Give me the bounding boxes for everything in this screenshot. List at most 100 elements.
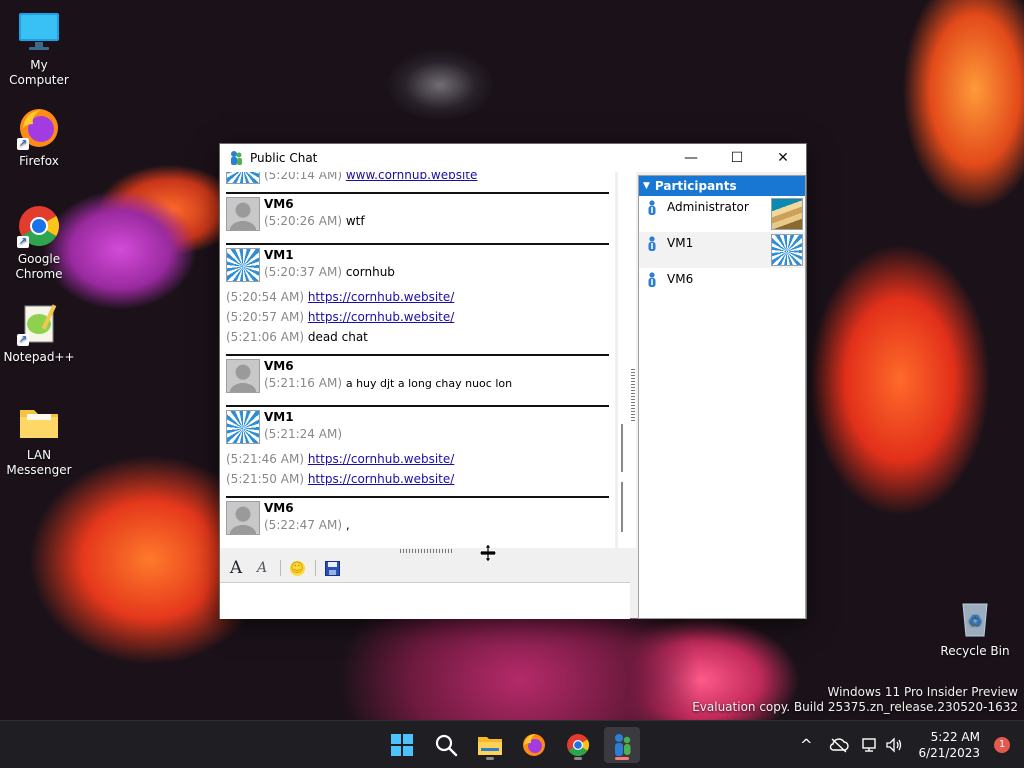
running-indicator (615, 757, 629, 760)
chat-link[interactable]: www.cornhub.website (346, 172, 478, 182)
desktop-icon-label: Recycle Bin (940, 644, 1010, 658)
font-color-button[interactable]: A (250, 557, 274, 579)
collapse-triangle-icon[interactable]: ▼ (643, 181, 650, 191)
font-icon: A (229, 558, 243, 578)
splitter-grip-horizontal[interactable] (400, 549, 452, 553)
minimize-button[interactable]: — (668, 144, 714, 172)
title-bar[interactable]: Public Chat — ☐ ✕ (220, 144, 806, 172)
taskbar-lan-messenger[interactable] (604, 727, 640, 763)
participant-item[interactable]: VM1 (639, 232, 805, 268)
taskbar: ^ 5:22 AM 6/21/2023 1 (0, 720, 1024, 768)
user-status-icon (648, 200, 656, 215)
public-chat-window[interactable]: Public Chat — ☐ ✕ (5:20:14 AM) www.cornh… (219, 143, 807, 619)
timestamp: (5:21:24 AM) (264, 427, 342, 441)
scrollbar-track-line (621, 482, 623, 532)
firefox-icon (523, 734, 545, 756)
timestamp: (5:21:06 AM) (226, 330, 304, 344)
windows-logo-icon (391, 734, 413, 756)
avatar (226, 248, 260, 282)
notification-badge[interactable]: 1 (994, 737, 1010, 753)
taskbar-file-explorer[interactable] (472, 727, 508, 763)
running-indicator (486, 757, 494, 760)
desktop-icon-firefox[interactable]: ↗ Firefox (1, 106, 77, 169)
desktop-icon-label: Notepad++ (3, 350, 75, 364)
save-icon (324, 560, 340, 576)
maximize-button[interactable]: ☐ (714, 144, 760, 172)
participant-avatar (771, 234, 803, 266)
chat-link[interactable]: https://cornhub.website/ (308, 452, 454, 466)
participants-title: Participants (654, 179, 737, 193)
chat-history[interactable]: (5:20:14 AM) www.cornhub.website VM6 (5:… (220, 172, 615, 548)
chat-link[interactable]: https://cornhub.website/ (308, 290, 454, 304)
folder-icon (478, 737, 502, 755)
network-icon[interactable] (861, 737, 879, 753)
message-separator (226, 243, 609, 245)
message-text: wtf (345, 214, 365, 228)
chat-message: VM6 (5:20:26 AM) wtf (220, 197, 615, 235)
avatar (226, 359, 260, 393)
desktop-icon-recycle-bin[interactable]: ♻ Recycle Bin (937, 596, 1013, 659)
close-button[interactable]: ✕ (760, 144, 806, 172)
participant-name: VM1 (667, 236, 694, 250)
chat-link[interactable]: https://cornhub.website/ (308, 472, 454, 486)
chat-message: VM6 (5:21:16 AM) a huy djt a long chay n… (220, 359, 615, 397)
taskbar-clock[interactable]: 5:22 AM 6/21/2023 (918, 729, 980, 761)
font-button[interactable]: A (224, 557, 248, 579)
message-sender: VM1 (264, 248, 294, 262)
message-text: a huy djt a long chay nuoc lon (345, 377, 513, 390)
system-tray: ^ (800, 721, 903, 768)
save-button[interactable] (320, 557, 344, 579)
desktop-icon-lan-messenger[interactable]: LAN Messenger (1, 400, 77, 478)
timestamp: (5:20:14 AM) (264, 172, 342, 182)
emoticon-button[interactable]: ☺ (285, 557, 309, 579)
desktop-icon-notepad-plus-plus[interactable]: ↗ Notepad++ (1, 302, 77, 365)
user-status-icon (648, 272, 656, 287)
notepad-plus-plus-icon: ↗ (17, 302, 61, 346)
taskbar-firefox[interactable] (516, 727, 552, 763)
chat-message: VM1 (5:20:37 AM) cornhub (5:20:54 AM) ht… (220, 248, 615, 346)
participant-avatar (771, 198, 803, 230)
volume-icon[interactable] (885, 737, 903, 753)
cloud-offline-icon[interactable] (829, 737, 849, 753)
desktop-icon-label: My Computer (9, 58, 69, 87)
message-sender: VM1 (264, 410, 294, 424)
taskbar-chrome[interactable] (560, 727, 596, 763)
desktop-icon-label: Firefox (19, 154, 59, 168)
desktop-icon-my-computer[interactable]: My Computer (1, 10, 77, 88)
desktop-icon-google-chrome[interactable]: ↗ Google Chrome (1, 204, 77, 282)
timestamp: (5:20:54 AM) (226, 290, 304, 304)
monitor-icon (17, 10, 61, 54)
splitter-grip-vertical[interactable] (631, 369, 635, 421)
avatar (226, 172, 260, 184)
message-text: cornhub (345, 265, 395, 279)
search-button[interactable] (428, 727, 464, 763)
participant-item[interactable]: VM6 (639, 268, 805, 304)
tray-overflow-chevron-icon[interactable]: ^ (800, 736, 813, 754)
chat-scrollbar[interactable] (618, 172, 636, 548)
clock-date: 6/21/2023 (918, 746, 980, 760)
participants-header[interactable]: ▼ Participants (639, 176, 805, 196)
start-button[interactable] (384, 727, 420, 763)
message-text: dead chat (307, 330, 368, 344)
message-separator (226, 192, 609, 194)
watermark-line: Evaluation copy. Build 25375.zn_release.… (692, 700, 1018, 714)
chat-link[interactable]: https://cornhub.website/ (308, 310, 454, 324)
timestamp: (5:21:46 AM) (226, 452, 304, 466)
firefox-icon: ↗ (17, 106, 61, 150)
folder-icon (17, 400, 61, 444)
desktop-icon-label: Google Chrome (15, 252, 63, 281)
toolbar-separator (280, 560, 281, 576)
watermark-line: Windows 11 Pro Insider Preview (827, 685, 1018, 699)
timestamp: (5:21:16 AM) (264, 376, 342, 390)
desktop-icon-label: LAN Messenger (6, 448, 72, 477)
message-separator (226, 354, 609, 356)
participant-name: VM6 (667, 272, 694, 286)
participant-item[interactable]: Administrator (639, 196, 805, 232)
avatar (226, 501, 260, 535)
chat-message: (5:20:14 AM) www.cornhub.website (220, 172, 615, 184)
timestamp: (5:22:47 AM) (264, 518, 342, 532)
timestamp: (5:20:37 AM) (264, 265, 342, 279)
windows-watermark: Windows 11 Pro Insider Preview Evaluatio… (692, 685, 1018, 715)
scrollbar-thumb[interactable] (621, 424, 623, 472)
message-input[interactable] (220, 582, 630, 619)
